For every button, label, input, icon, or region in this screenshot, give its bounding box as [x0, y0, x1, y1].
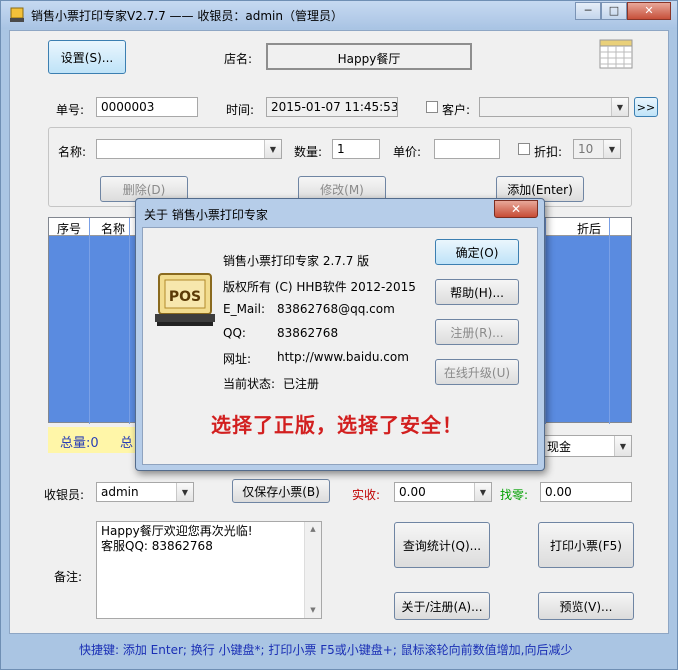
- customer-select: ▼: [479, 97, 629, 117]
- item-name-select[interactable]: ▼: [96, 139, 282, 159]
- about-dialog-close-button[interactable]: ✕: [494, 200, 538, 218]
- register-button[interactable]: 注册(R)...: [435, 319, 519, 345]
- time-field: 2015-01-07 11:45:53: [266, 97, 398, 117]
- window-title: 销售小票打印专家V2.7.7 —— 收银员：admin（管理员）: [31, 9, 343, 23]
- status-value: 已注册: [283, 377, 320, 391]
- summary-strip: 总量:0 总: [48, 427, 142, 453]
- about-dialog-title: 关于 销售小票打印专家: [144, 208, 268, 222]
- discount-value: 10: [578, 142, 594, 156]
- grid-col-divider: [89, 218, 90, 424]
- chevron-down-icon: ▼: [614, 436, 631, 456]
- cashier-label: 收银员:: [44, 488, 85, 502]
- price-label: 单价:: [393, 145, 422, 159]
- quantity-label: 数量:: [294, 145, 323, 159]
- scroll-down-icon[interactable]: ▼: [305, 603, 321, 618]
- grid-col-divider: [545, 218, 546, 424]
- order-number-label: 单号:: [56, 103, 85, 117]
- copyright: 版权所有 (C) HHB软件 2012-2015: [223, 280, 416, 294]
- shortcut-hint: 快捷键: 添加 Enter; 换行 小键盘*; 打印小票 F5或小键盘+; 鼠标…: [79, 643, 573, 657]
- notes-label: 备注:: [54, 570, 83, 584]
- col-discounted: 折后: [577, 222, 602, 236]
- pos-logo: POS: [155, 273, 215, 326]
- main-window: 销售小票打印专家V2.7.7 —— 收银员：admin（管理员） ─ □ ✕ 设…: [0, 0, 678, 670]
- website-label: 网址:: [223, 352, 252, 366]
- app-icon: [10, 7, 24, 22]
- notes-textarea[interactable]: Happy餐厅欢迎您再次光临! 客服QQ: 83862768 ▲ ▼: [96, 521, 322, 619]
- about-dialog-body: POS 销售小票打印专家 2.7.7 版 版权所有 (C) HHB软件 2012…: [142, 227, 538, 465]
- total-amount-prefix: 总: [120, 436, 134, 451]
- cashier-value: admin: [101, 485, 139, 499]
- change-label: 找零:: [500, 488, 529, 502]
- preview-button[interactable]: 预览(V)...: [538, 592, 634, 620]
- grid-col-divider: [129, 218, 130, 424]
- col-name: 名称: [101, 222, 126, 236]
- online-upgrade-button[interactable]: 在线升级(U): [435, 359, 519, 385]
- received-value: 0.00: [399, 485, 426, 499]
- cashier-select[interactable]: admin ▼: [96, 482, 194, 502]
- customer-label: 客户:: [442, 103, 471, 117]
- total-qty: 总量:0: [60, 436, 99, 451]
- order-number-field[interactable]: 0000003: [96, 97, 198, 117]
- grid-col-divider: [609, 218, 610, 424]
- email-label: E_Mail:: [223, 302, 265, 316]
- received-select[interactable]: 0.00 ▼: [394, 482, 492, 502]
- ok-button[interactable]: 确定(O): [435, 239, 519, 265]
- discount-checkbox[interactable]: [518, 143, 530, 155]
- chevron-down-icon: ▼: [176, 483, 193, 501]
- qq-value: 83862768: [277, 326, 339, 340]
- payment-method-select[interactable]: 现金 ▼: [542, 435, 632, 457]
- chevron-down-icon: ▼: [474, 483, 491, 501]
- item-name-label: 名称:: [58, 145, 87, 159]
- chevron-down-icon: ▼: [264, 140, 281, 158]
- close-button[interactable]: ✕: [627, 2, 671, 20]
- print-receipt-button[interactable]: 打印小票(F5): [538, 522, 634, 568]
- discount-select: 10 ▼: [573, 139, 621, 159]
- status-label: 当前状态:: [223, 377, 276, 391]
- time-label: 时间:: [226, 103, 255, 117]
- price-field[interactable]: [434, 139, 500, 159]
- pos-logo-text: POS: [169, 289, 201, 305]
- help-button[interactable]: 帮助(H)...: [435, 279, 519, 305]
- website-link[interactable]: http://www.baidu.com: [277, 350, 409, 364]
- title-bar[interactable]: 销售小票打印专家V2.7.7 —— 收银员：admin（管理员） ─ □ ✕: [1, 1, 677, 29]
- quantity-field[interactable]: 1: [332, 139, 380, 159]
- discount-label: 折扣:: [534, 145, 563, 159]
- maximize-button[interactable]: □: [601, 2, 627, 20]
- email-value: 83862768@qq.com: [277, 302, 395, 316]
- scroll-up-icon[interactable]: ▲: [305, 522, 321, 537]
- notes-scrollbar[interactable]: ▲ ▼: [304, 522, 321, 618]
- chevron-down-icon: ▼: [611, 98, 628, 116]
- settings-button[interactable]: 设置(S)...: [48, 40, 126, 74]
- store-name-field: Happy餐厅: [266, 43, 472, 70]
- col-index: 序号: [57, 222, 82, 236]
- slogan: 选择了正版，选择了安全！: [211, 413, 463, 437]
- notes-line-2: 客服QQ: 83862768: [101, 539, 213, 553]
- received-label: 实收:: [352, 488, 381, 502]
- save-only-button[interactable]: 仅保存小票(B): [232, 479, 330, 503]
- qq-label: QQ:: [223, 326, 246, 340]
- about-dialog: 关于 销售小票打印专家 ✕ POS 销售小票打印专家 2.7.7 版 版权所有 …: [135, 198, 545, 471]
- notes-line-1: Happy餐厅欢迎您再次光临!: [101, 524, 253, 538]
- calendar-icon[interactable]: [599, 37, 633, 69]
- minimize-button[interactable]: ─: [575, 2, 601, 20]
- customer-checkbox[interactable]: [426, 101, 438, 113]
- about-register-button[interactable]: 关于/注册(A)...: [394, 592, 490, 620]
- more-customer-button[interactable]: >>: [634, 97, 658, 117]
- product-name: 销售小票打印专家 2.7.7 版: [223, 254, 370, 268]
- chevron-down-icon: ▼: [603, 140, 620, 158]
- store-label: 店名:: [224, 52, 253, 66]
- change-field[interactable]: 0.00: [540, 482, 632, 502]
- payment-method-value: 现金: [547, 440, 572, 454]
- stats-button[interactable]: 查询统计(Q)...: [394, 522, 490, 568]
